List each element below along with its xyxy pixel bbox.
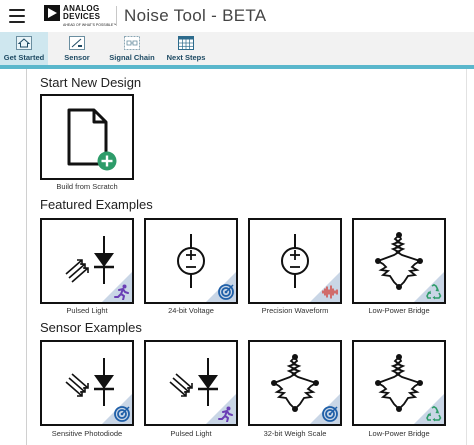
card-sensor-low-power-bridge[interactable] — [352, 340, 446, 426]
signal-chain-icon — [124, 36, 140, 50]
card-featured-pulsed-light[interactable] — [40, 218, 134, 304]
card-caption: Pulsed Light — [66, 306, 108, 315]
hamburger-menu-icon[interactable] — [9, 9, 25, 23]
plus-badge-icon — [97, 151, 117, 171]
card-build-from-scratch[interactable] — [40, 94, 134, 180]
tab-next-steps[interactable]: Next Steps — [160, 32, 212, 65]
tab-get-started[interactable]: Get Started — [0, 32, 48, 65]
card-caption: 32-bit Weigh Scale — [263, 429, 327, 438]
card-caption: Precision Waveform — [261, 306, 329, 315]
card-sensor-sensitive-photodiode[interactable] — [40, 340, 134, 426]
title-divider — [116, 6, 117, 26]
section-title-featured: Featured Examples — [40, 197, 153, 212]
section-title-start-new: Start New Design — [40, 75, 142, 90]
card-sensor-32-bit-weigh-scale[interactable] — [248, 340, 342, 426]
calendar-grid-icon — [178, 36, 194, 50]
target-icon — [218, 284, 234, 300]
tab-label: Sensor — [64, 53, 90, 62]
left-rail-divider — [26, 69, 27, 445]
tab-sensor[interactable]: Sensor — [50, 32, 104, 65]
tab-label: Get Started — [3, 53, 45, 62]
card-caption: 24-bit Voltage — [168, 306, 214, 315]
analog-devices-logo: ANALOG DEVICES AHEAD OF WHAT'S POSSIBLE™ — [44, 2, 120, 30]
home-icon — [16, 36, 32, 50]
right-rail-divider — [466, 69, 467, 445]
new-document-icon — [67, 108, 108, 166]
running-person-icon — [114, 284, 129, 300]
tab-label: Signal Chain — [109, 53, 155, 62]
main-toolbar: Get Started Sensor Signal Chain Next Ste… — [0, 32, 474, 65]
card-featured-24-bit-voltage[interactable] — [144, 218, 238, 304]
card-featured-low-power-bridge[interactable] — [352, 218, 446, 304]
sensor-icon — [69, 36, 85, 50]
logo-tagline: AHEAD OF WHAT'S POSSIBLE™ — [63, 23, 117, 27]
card-caption: Low-Power Bridge — [368, 429, 430, 438]
app-title: Noise Tool - BETA — [124, 6, 267, 25]
section-title-sensor: Sensor Examples — [40, 320, 142, 335]
running-person-icon — [218, 406, 233, 422]
recycle-icon — [426, 406, 442, 422]
app-header: ANALOG DEVICES AHEAD OF WHAT'S POSSIBLE™… — [0, 0, 474, 32]
target-icon — [114, 406, 130, 422]
card-caption: Sensitive Photodiode — [51, 429, 123, 438]
logo-text-line2: DEVICES — [63, 12, 101, 21]
recycle-icon — [426, 284, 442, 300]
toolbar-accent-strip — [0, 65, 474, 69]
logo-triangle-icon — [44, 5, 60, 21]
card-caption: Build from Scratch — [56, 182, 118, 191]
waveform-icon — [322, 285, 338, 299]
card-caption: Pulsed Light — [170, 429, 212, 438]
card-featured-precision-waveform[interactable] — [248, 218, 342, 304]
card-sensor-pulsed-light[interactable] — [144, 340, 238, 426]
target-icon — [322, 406, 338, 422]
tab-label: Next Steps — [166, 53, 206, 62]
card-caption: Low-Power Bridge — [368, 306, 430, 315]
tab-signal-chain[interactable]: Signal Chain — [104, 32, 160, 65]
